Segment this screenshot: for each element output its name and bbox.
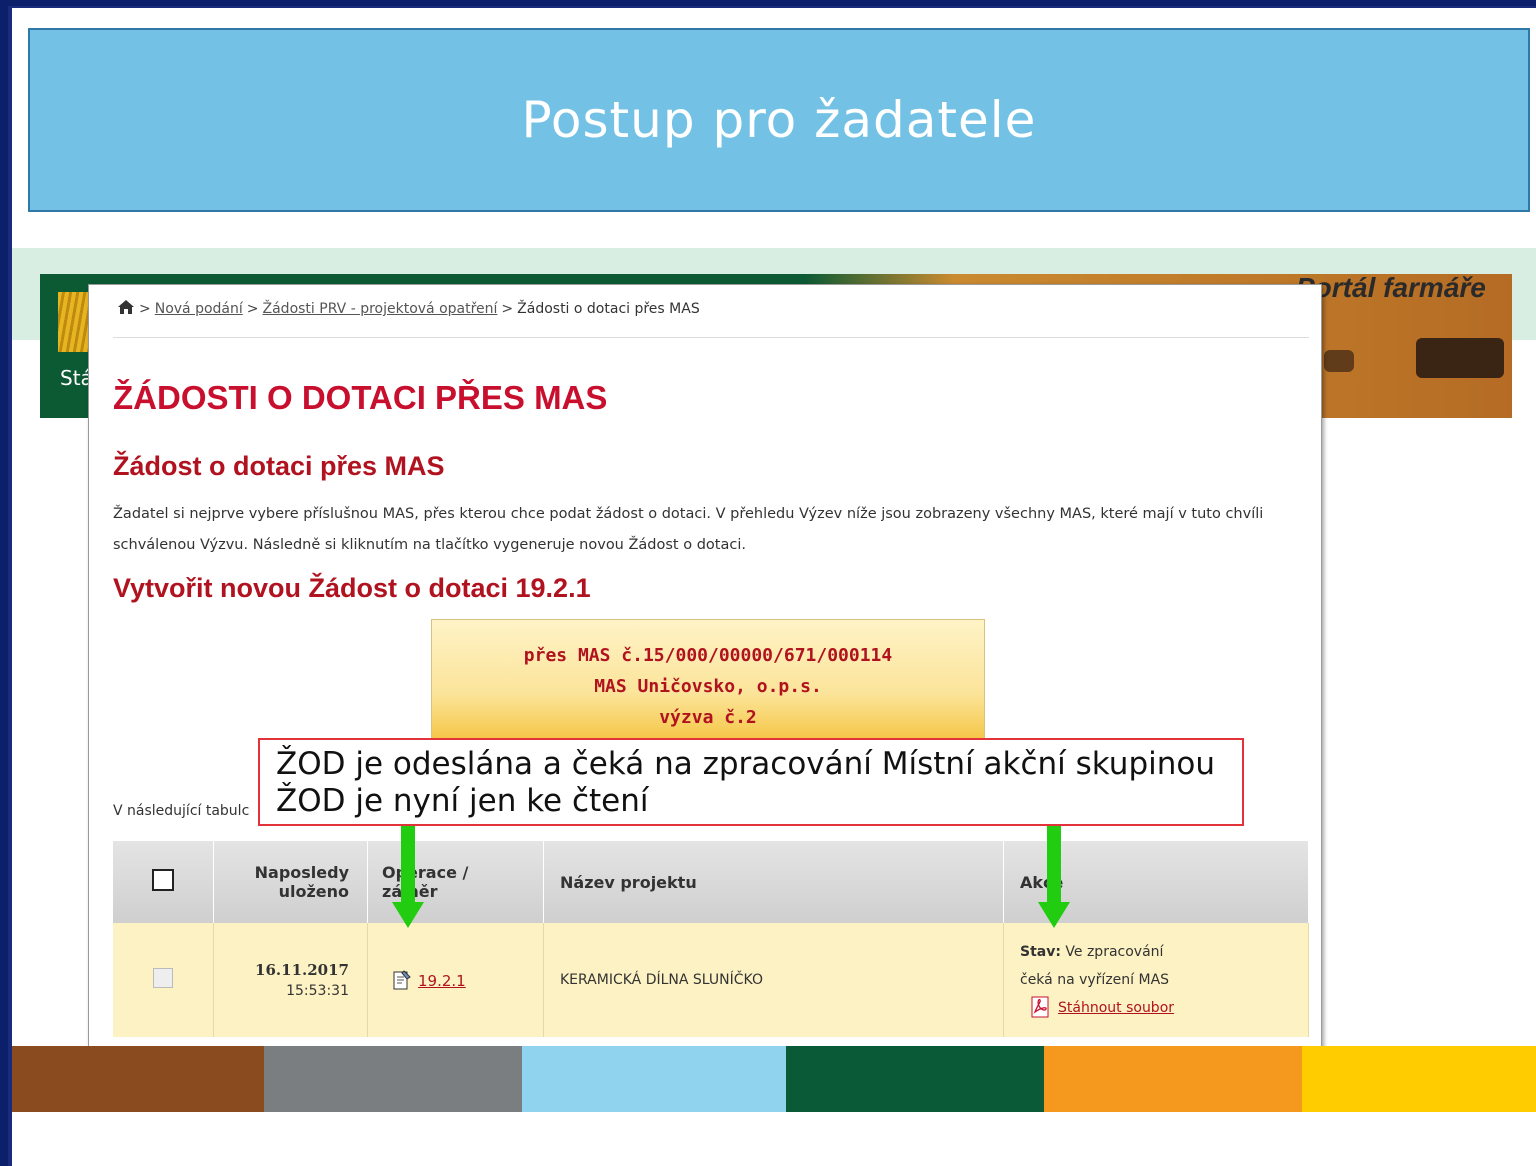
download-row: Stáhnout soubor bbox=[1020, 994, 1307, 1022]
row-date: 16.11.2017 bbox=[255, 961, 349, 979]
row-status-detail: čeká na vyřízení MAS bbox=[1020, 972, 1170, 988]
table-row: 16.11.2017 15:53:31 19.2.1 KERAMICKÁ DÍL… bbox=[113, 923, 1309, 1037]
green-arrow-down-icon bbox=[392, 826, 424, 928]
slide-title: Postup pro žadatele bbox=[521, 91, 1037, 149]
callout-line-1: ŽOD je odeslána a čeká na zpracování Mís… bbox=[276, 746, 1215, 782]
table-header-row: Naposledy uloženo Operace / záměr Název … bbox=[113, 841, 1309, 923]
download-file-link[interactable]: Stáhnout soubor bbox=[1058, 1000, 1174, 1016]
breadcrumb-link-prv-applications[interactable]: Žádosti PRV - projektová opatření bbox=[263, 301, 498, 317]
row-operation-cell: 19.2.1 bbox=[367, 923, 544, 1037]
divider bbox=[113, 337, 1309, 338]
portal-header-title: Portál farmáře bbox=[1296, 272, 1486, 303]
header-last-saved-line1: Naposledy bbox=[254, 863, 349, 882]
cow-image bbox=[1416, 338, 1504, 378]
applications-table: Naposledy uloženo Operace / záměr Název … bbox=[113, 841, 1309, 1037]
row-status-label: Stav: bbox=[1020, 944, 1061, 960]
header-last-saved-line2: uloženo bbox=[278, 882, 349, 901]
color-bar-segment bbox=[786, 1046, 1044, 1112]
slide-title-band: Postup pro žadatele bbox=[28, 28, 1530, 212]
color-bar-segment bbox=[12, 1046, 264, 1112]
row-time: 15:53:31 bbox=[286, 983, 349, 999]
select-all-checkbox[interactable] bbox=[152, 869, 174, 891]
mas-button-name: MAS Uničovsko, o.p.s. bbox=[594, 676, 822, 697]
breadcrumb: > Nová podání > Žádosti PRV - projektová op… bbox=[117, 299, 700, 317]
breadcrumb-link-new-submissions[interactable]: Nová podání bbox=[155, 301, 243, 317]
row-checkbox[interactable] bbox=[153, 968, 173, 988]
create-application-mas-button[interactable]: přes MAS č.15/000/00000/671/000114 MAS U… bbox=[431, 619, 985, 743]
row-status-value: Ve zpracování bbox=[1065, 944, 1164, 960]
row-select-cell bbox=[113, 923, 214, 1037]
breadcrumb-current: Žádosti o dotaci přes MAS bbox=[517, 301, 700, 317]
table-intro-text: V následující tabulc bbox=[113, 803, 250, 819]
page-title: ŽÁDOSTI O DOTACI PŘES MAS bbox=[113, 379, 608, 416]
mas-button-call: výzva č.2 bbox=[659, 707, 757, 728]
section-heading: Žádost o dotaci přes MAS bbox=[113, 451, 445, 481]
color-bar-segment bbox=[522, 1046, 786, 1112]
header-last-saved[interactable]: Naposledy uloženo bbox=[213, 841, 368, 923]
callout-line-2: ŽOD je nyní jen ke čtení bbox=[276, 783, 649, 819]
mas-button-number: přes MAS č.15/000/00000/671/000114 bbox=[523, 645, 893, 666]
home-icon[interactable] bbox=[117, 299, 135, 315]
cow-image bbox=[1324, 350, 1354, 372]
row-actions-cell: Stav: Ve zpracování čeká na vyřízení MAS… bbox=[1003, 923, 1309, 1037]
header-project-name[interactable]: Název projektu bbox=[543, 841, 1004, 923]
select-all-cell bbox=[113, 841, 214, 923]
create-application-heading: Vytvořit novou Žádost o dotaci 19.2.1 bbox=[113, 573, 591, 603]
row-saved-cell: 16.11.2017 15:53:31 bbox=[213, 923, 368, 1037]
portal-content-panel: > Nová podání > Žádosti PRV - projektová op… bbox=[88, 284, 1322, 1048]
status-callout: ŽOD je odeslána a čeká na zpracování Mís… bbox=[258, 738, 1244, 826]
color-bar-segment bbox=[264, 1046, 522, 1112]
row-status: Stav: Ve zpracování bbox=[1020, 938, 1307, 966]
pdf-icon[interactable] bbox=[1030, 996, 1052, 1018]
section-description: Žadatel si nejprve vybere příslušnou MAS… bbox=[113, 506, 1264, 553]
color-bar-segment bbox=[1302, 1046, 1536, 1112]
color-bar-segment bbox=[1044, 1046, 1302, 1112]
row-project-name: KERAMICKÁ DÍLNA SLUNÍČKO bbox=[543, 923, 1004, 1037]
green-arrow-down-icon bbox=[1038, 826, 1070, 928]
operation-link[interactable]: 19.2.1 bbox=[418, 972, 466, 990]
document-edit-icon[interactable] bbox=[392, 969, 412, 991]
